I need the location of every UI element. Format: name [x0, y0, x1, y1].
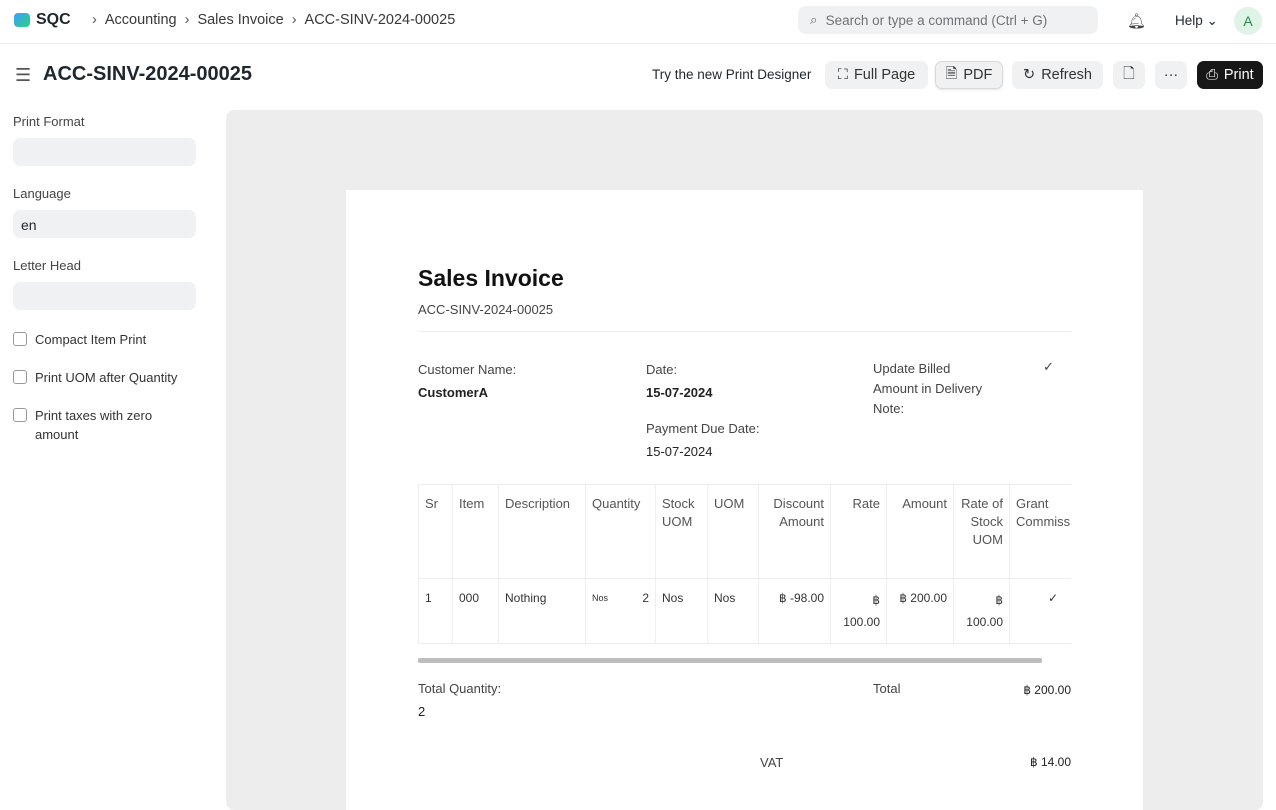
- breadcrumb: › Accounting › Sales Invoice › ACC-SINV-202…: [92, 12, 455, 28]
- print-button[interactable]: ⎙ Print: [1197, 61, 1263, 89]
- breadcrumb-sales-invoice[interactable]: Sales Invoice: [197, 12, 283, 28]
- checkbox[interactable]: [13, 332, 27, 346]
- topbar: SQC › Accounting › Sales Invoice › ACC-SINV…: [0, 0, 1276, 44]
- cell-item: 000: [452, 578, 499, 644]
- table-row: 1 000 Nothing Nos 2 Nos Nos ฿ -98.00 ฿ 10…: [418, 578, 1071, 644]
- breadcrumb-accounting[interactable]: Accounting: [105, 12, 177, 28]
- file-icon: 🗎︎: [945, 65, 958, 82]
- col-sr: Sr: [418, 484, 453, 579]
- expand-icon: ⛶: [837, 67, 848, 83]
- letter-head-select[interactable]: [13, 282, 196, 310]
- customer-label: Customer Name:: [418, 362, 517, 377]
- checkbox[interactable]: [13, 370, 27, 384]
- print-taxes-zero-checkbox[interactable]: Print taxes with zero amount: [13, 406, 196, 444]
- col-rate: Rate: [830, 484, 887, 579]
- doc-name: ACC-SINV-2024-00025: [418, 302, 554, 317]
- items-table: Sr Item Description Quantity Stock UOM U…: [418, 484, 1071, 644]
- col-quantity: Quantity: [585, 484, 656, 579]
- search-input[interactable]: ⌕ Search or type a command (Ctrl + G): [798, 6, 1098, 34]
- printer-icon: ⎙: [1206, 67, 1218, 83]
- menu-icon[interactable]: ☰: [15, 65, 31, 86]
- vat-label: VAT: [760, 755, 784, 770]
- date-value: 15-07-2024: [646, 385, 713, 400]
- col-uom: UOM: [707, 484, 759, 579]
- logo-icon: [14, 13, 30, 27]
- app-logo[interactable]: SQC: [14, 11, 71, 29]
- cell-stock-uom: Nos: [655, 578, 708, 644]
- compact-item-print-checkbox[interactable]: Compact Item Print: [13, 330, 196, 349]
- print-uom-after-quantity-checkbox[interactable]: Print UOM after Quantity: [13, 368, 196, 387]
- page-head: ☰ ACC-SINV-2024-00025 Try the new Print …: [0, 60, 1276, 92]
- chevron-right-icon: ›: [184, 12, 190, 28]
- col-rate-stock-uom: Rate of Stock UOM: [953, 484, 1010, 579]
- more-button[interactable]: ···: [1155, 61, 1187, 89]
- col-amount: Amount: [886, 484, 954, 579]
- due-date-value: 15-07-2024: [646, 444, 713, 459]
- table-scrollbar[interactable]: [418, 658, 1042, 663]
- cell-sr: 1: [418, 578, 453, 644]
- cell-rate-stock-uom: ฿ 100.00: [953, 578, 1010, 644]
- col-stock-uom: Stock UOM: [655, 484, 708, 579]
- cell-amount: ฿ 200.00: [886, 578, 954, 644]
- language-select[interactable]: en: [13, 210, 196, 238]
- cell-rate: ฿ 100.00: [830, 578, 887, 644]
- total-quantity-value: 2: [418, 704, 426, 719]
- chevron-right-icon: ›: [92, 12, 97, 28]
- letter-head-label: Letter Head: [13, 258, 81, 273]
- check-icon: ✓: [1009, 578, 1071, 644]
- page-title: ACC-SINV-2024-00025: [43, 63, 252, 85]
- full-page-button[interactable]: ⛶ Full Page: [825, 61, 928, 89]
- breadcrumb-current[interactable]: ACC-SINV-2024-00025: [305, 12, 456, 28]
- help-menu[interactable]: Help ⌄: [1175, 13, 1218, 29]
- total-label: Total: [873, 681, 901, 696]
- table-header: Sr Item Description Quantity Stock UOM U…: [418, 484, 1071, 579]
- search-icon: ⌕: [810, 12, 818, 27]
- chevron-down-icon: ⌄: [1206, 13, 1218, 28]
- col-description: Description: [498, 484, 586, 579]
- doc-heading: Sales Invoice: [418, 265, 564, 291]
- cell-uom: Nos: [707, 578, 759, 644]
- new-page-button[interactable]: 🗋︎: [1113, 61, 1145, 89]
- cell-description: Nothing: [498, 578, 586, 644]
- refresh-icon: ↻: [1023, 67, 1036, 83]
- customer-value: CustomerA: [418, 385, 489, 400]
- date-label: Date:: [646, 362, 678, 377]
- divider: [418, 331, 1071, 332]
- check-icon: ✓: [1043, 359, 1054, 374]
- due-date-label: Payment Due Date:: [646, 421, 760, 436]
- pdf-button[interactable]: 🗎︎ PDF: [935, 61, 1003, 89]
- cell-discount: ฿ -98.00: [758, 578, 831, 644]
- col-discount: Discount Amount: [758, 484, 831, 579]
- col-grant-commission: Grant Commission: [1009, 484, 1071, 579]
- vat-value: ฿ 14.00: [1030, 755, 1071, 769]
- billed-label: Update Billed Amount in Delivery Note:: [873, 361, 983, 416]
- col-item: Item: [452, 484, 499, 579]
- print-designer-link[interactable]: Try the new Print Designer: [652, 67, 811, 82]
- print-format-label: Print Format: [13, 114, 85, 129]
- document-icon: 🗋︎: [1123, 65, 1135, 82]
- chevron-right-icon: ›: [291, 12, 297, 28]
- notification-bell-icon[interactable]: 🔔︎: [1127, 12, 1146, 30]
- print-settings-sidebar: Print Format Language en Letter Head Com…: [13, 114, 196, 463]
- avatar[interactable]: A: [1234, 7, 1262, 35]
- total-quantity-label: Total Quantity:: [418, 681, 502, 696]
- refresh-button[interactable]: ↻ Refresh: [1012, 61, 1103, 89]
- cell-quantity: Nos 2: [585, 578, 656, 644]
- print-format-select[interactable]: [13, 138, 196, 166]
- language-label: Language: [13, 186, 71, 201]
- checkbox[interactable]: [13, 408, 27, 422]
- items-table-wrapper[interactable]: Sr Item Description Quantity Stock UOM U…: [418, 484, 1071, 644]
- total-value: ฿ 200.00: [1023, 683, 1071, 697]
